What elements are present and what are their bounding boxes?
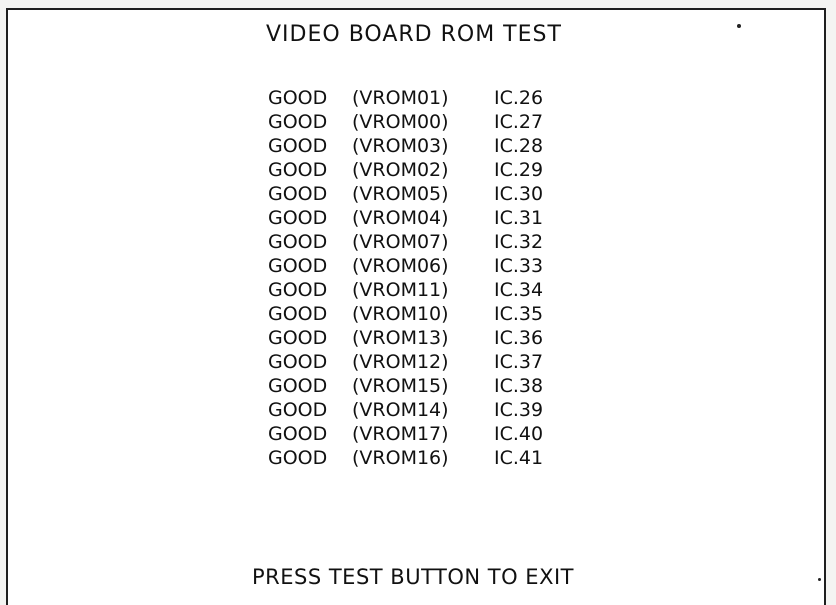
exit-instruction: PRESS TEST BUTTON TO EXIT bbox=[252, 565, 574, 589]
ic-location: IC.34 bbox=[494, 279, 544, 301]
rom-status: GOOD bbox=[268, 327, 328, 349]
rom-result-row: GOOD (VROM10) IC.35 bbox=[268, 302, 574, 326]
rom-name: (VROM01) bbox=[352, 87, 449, 109]
ic-location: IC.36 bbox=[494, 327, 544, 349]
ic-location: IC.35 bbox=[494, 303, 544, 325]
rom-name: (VROM00) bbox=[352, 111, 449, 133]
rom-results-list: GOOD (VROM01) IC.26 GOOD (VROM00) IC.27 GOOD (V… bbox=[268, 86, 574, 470]
rom-result-row: GOOD (VROM12) IC.37 bbox=[268, 350, 574, 374]
rom-result-row: GOOD (VROM05) IC.30 bbox=[268, 182, 574, 206]
rom-status: GOOD bbox=[268, 399, 328, 421]
ic-location: IC.31 bbox=[494, 207, 544, 229]
rom-result-row: GOOD (VROM06) IC.33 bbox=[268, 254, 574, 278]
ic-location: IC.30 bbox=[494, 183, 544, 205]
rom-name: (VROM05) bbox=[352, 183, 449, 205]
ic-location: IC.40 bbox=[494, 423, 544, 445]
rom-status: GOOD bbox=[268, 447, 328, 469]
rom-name: (VROM11) bbox=[352, 279, 449, 301]
rom-name: (VROM14) bbox=[352, 399, 449, 421]
rom-name: (VROM02) bbox=[352, 159, 449, 181]
rom-name: (VROM03) bbox=[352, 135, 449, 157]
rom-name: (VROM04) bbox=[352, 207, 449, 229]
rom-result-row: GOOD (VROM07) IC.32 bbox=[268, 230, 574, 254]
rom-name: (VROM07) bbox=[352, 231, 449, 253]
rom-name: (VROM17) bbox=[352, 423, 449, 445]
rom-result-row: GOOD (VROM00) IC.27 bbox=[268, 110, 574, 134]
ic-location: IC.28 bbox=[494, 135, 544, 157]
rom-status: GOOD bbox=[268, 423, 328, 445]
rom-status: GOOD bbox=[268, 207, 328, 229]
test-screen: VIDEO BOARD ROM TEST GOOD (VROM01) IC.26 GO… bbox=[0, 0, 836, 605]
ic-location: IC.37 bbox=[494, 351, 544, 373]
rom-status: GOOD bbox=[268, 351, 328, 373]
ic-location: IC.41 bbox=[494, 447, 544, 469]
rom-result-row: GOOD (VROM03) IC.28 bbox=[268, 134, 574, 158]
rom-status: GOOD bbox=[268, 135, 328, 157]
dust-speck bbox=[818, 578, 821, 581]
ic-location: IC.26 bbox=[494, 87, 544, 109]
rom-status: GOOD bbox=[268, 375, 328, 397]
rom-result-row: GOOD (VROM16) IC.41 bbox=[268, 446, 574, 470]
rom-result-row: GOOD (VROM02) IC.29 bbox=[268, 158, 574, 182]
rom-result-row: GOOD (VROM01) IC.26 bbox=[268, 86, 574, 110]
rom-status: GOOD bbox=[268, 183, 328, 205]
rom-name: (VROM10) bbox=[352, 303, 449, 325]
rom-result-row: GOOD (VROM17) IC.40 bbox=[268, 422, 574, 446]
rom-status: GOOD bbox=[268, 255, 328, 277]
rom-name: (VROM15) bbox=[352, 375, 449, 397]
rom-result-row: GOOD (VROM14) IC.39 bbox=[268, 398, 574, 422]
ic-location: IC.27 bbox=[494, 111, 544, 133]
rom-name: (VROM13) bbox=[352, 327, 449, 349]
ic-location: IC.29 bbox=[494, 159, 544, 181]
rom-name: (VROM16) bbox=[352, 447, 449, 469]
rom-status: GOOD bbox=[268, 87, 328, 109]
rom-result-row: GOOD (VROM13) IC.36 bbox=[268, 326, 574, 350]
ic-location: IC.33 bbox=[494, 255, 544, 277]
ic-location: IC.39 bbox=[494, 399, 544, 421]
rom-status: GOOD bbox=[268, 111, 328, 133]
page-title: VIDEO BOARD ROM TEST bbox=[266, 22, 562, 47]
rom-result-row: GOOD (VROM11) IC.34 bbox=[268, 278, 574, 302]
rom-name: (VROM06) bbox=[352, 255, 449, 277]
rom-status: GOOD bbox=[268, 231, 328, 253]
dust-speck bbox=[737, 24, 741, 28]
rom-result-row: GOOD (VROM04) IC.31 bbox=[268, 206, 574, 230]
rom-result-row: GOOD (VROM15) IC.38 bbox=[268, 374, 574, 398]
rom-status: GOOD bbox=[268, 159, 328, 181]
rom-status: GOOD bbox=[268, 303, 328, 325]
rom-status: GOOD bbox=[268, 279, 328, 301]
ic-location: IC.32 bbox=[494, 231, 544, 253]
rom-name: (VROM12) bbox=[352, 351, 449, 373]
ic-location: IC.38 bbox=[494, 375, 544, 397]
